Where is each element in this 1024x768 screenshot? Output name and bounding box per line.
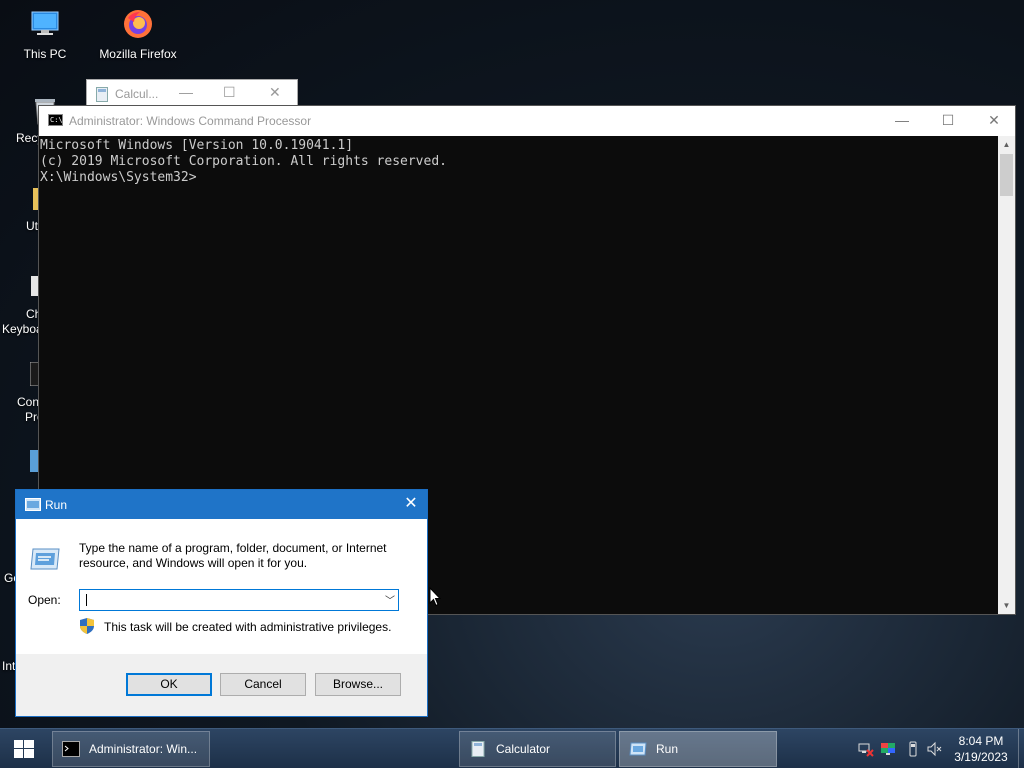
cmd-icon bbox=[62, 741, 80, 757]
cmd-titlebar[interactable]: C:\ Administrator: Windows Command Proce… bbox=[39, 106, 1015, 136]
volume-muted-icon[interactable] bbox=[927, 741, 943, 757]
ok-button[interactable]: OK bbox=[126, 673, 212, 696]
taskbar-item-label: Calculator bbox=[496, 742, 551, 756]
minimize-button[interactable]: — bbox=[179, 84, 193, 100]
open-label: Open: bbox=[28, 593, 61, 607]
console-line: Microsoft Windows [Version 10.0.19041.1] bbox=[40, 138, 354, 153]
close-button[interactable]: ✕ bbox=[971, 106, 1017, 136]
mouse-cursor-icon bbox=[429, 587, 441, 607]
scroll-down-icon[interactable]: ▼ bbox=[998, 597, 1015, 614]
desktop-icon-firefox[interactable]: Mozilla Firefox bbox=[98, 8, 178, 61]
show-desktop-button[interactable] bbox=[1018, 729, 1024, 768]
console-prompt-line: X:\Windows\System32> bbox=[40, 170, 197, 185]
taskbar-item-label: Run bbox=[656, 742, 679, 756]
open-input[interactable] bbox=[84, 592, 374, 608]
taskbar: Administrator: Win... Calculator Run 8:0 bbox=[0, 728, 1024, 768]
scroll-thumb[interactable] bbox=[1000, 154, 1013, 196]
desktop-partial-label: Int bbox=[2, 659, 16, 673]
clock-date: 3/19/2023 bbox=[954, 750, 1008, 764]
run-titlebar[interactable]: Run ✕ bbox=[16, 490, 427, 519]
desktop-partial-label: Ut bbox=[26, 219, 38, 233]
firefox-icon bbox=[124, 10, 152, 38]
vertical-scrollbar[interactable]: ▲ ▼ bbox=[998, 136, 1015, 614]
this-pc-icon bbox=[31, 11, 59, 35]
run-large-icon bbox=[30, 548, 60, 570]
run-description: Type the name of a program, folder, docu… bbox=[79, 541, 387, 570]
close-button[interactable]: ✕ bbox=[395, 490, 427, 519]
system-clock[interactable]: 8:04 PM 3/19/2023 bbox=[950, 733, 1012, 765]
taskbar-item-calculator[interactable]: Calculator bbox=[459, 731, 616, 767]
run-dialog-footer: OK Cancel Browse... bbox=[16, 654, 427, 716]
usb-drive-icon[interactable] bbox=[905, 741, 921, 757]
run-dialog-title: Run bbox=[45, 498, 68, 512]
console-line: (c) 2019 Microsoft Corporation. All righ… bbox=[40, 154, 447, 169]
start-button[interactable] bbox=[0, 729, 48, 768]
cmd-window-title: Administrator: Windows Command Processor bbox=[69, 114, 312, 128]
calculator-icon bbox=[471, 741, 485, 757]
desktop-partial-label: Con bbox=[17, 395, 40, 409]
desktop-icon-label: Mozilla Firefox bbox=[99, 47, 177, 61]
cmd-app-icon: C:\ bbox=[48, 114, 63, 126]
open-combobox[interactable]: ﹀ bbox=[79, 589, 399, 611]
clock-time: 8:04 PM bbox=[958, 734, 1004, 748]
admin-privileges-note: This task will be created with administr… bbox=[104, 620, 392, 634]
close-button[interactable]: ✕ bbox=[269, 84, 281, 101]
uac-shield-icon bbox=[80, 618, 94, 634]
run-icon bbox=[629, 742, 647, 756]
text-caret bbox=[86, 594, 87, 606]
run-dialog[interactable]: Run ✕ Type the name of a program, folder… bbox=[15, 489, 428, 717]
taskbar-item-label: Administrator: Win... bbox=[89, 742, 198, 756]
calculator-window-title: Calcul... bbox=[115, 87, 159, 101]
windows-logo-icon bbox=[14, 740, 34, 758]
taskbar-item-run[interactable]: Run bbox=[619, 731, 777, 767]
scroll-up-icon[interactable]: ▲ bbox=[998, 136, 1015, 153]
calculator-icon bbox=[96, 87, 108, 102]
desktop-icon-label: This PC bbox=[23, 47, 67, 61]
run-dialog-body: Type the name of a program, folder, docu… bbox=[16, 519, 427, 656]
maximize-button[interactable]: ☐ bbox=[223, 84, 236, 101]
browse-button[interactable]: Browse... bbox=[315, 673, 401, 696]
chevron-down-icon[interactable]: ﹀ bbox=[385, 592, 395, 607]
desktop-icon-this-pc[interactable]: This PC bbox=[5, 8, 85, 61]
minimize-button[interactable]: — bbox=[879, 106, 925, 136]
run-icon bbox=[25, 498, 41, 511]
cancel-button[interactable]: Cancel bbox=[220, 673, 306, 696]
taskbar-item-cmd[interactable]: Administrator: Win... bbox=[52, 731, 210, 767]
maximize-button[interactable]: ☐ bbox=[925, 106, 971, 136]
desktop-partial-label: Keyboa bbox=[2, 322, 43, 336]
network-icon[interactable] bbox=[858, 741, 874, 757]
display-icon[interactable] bbox=[880, 741, 896, 757]
